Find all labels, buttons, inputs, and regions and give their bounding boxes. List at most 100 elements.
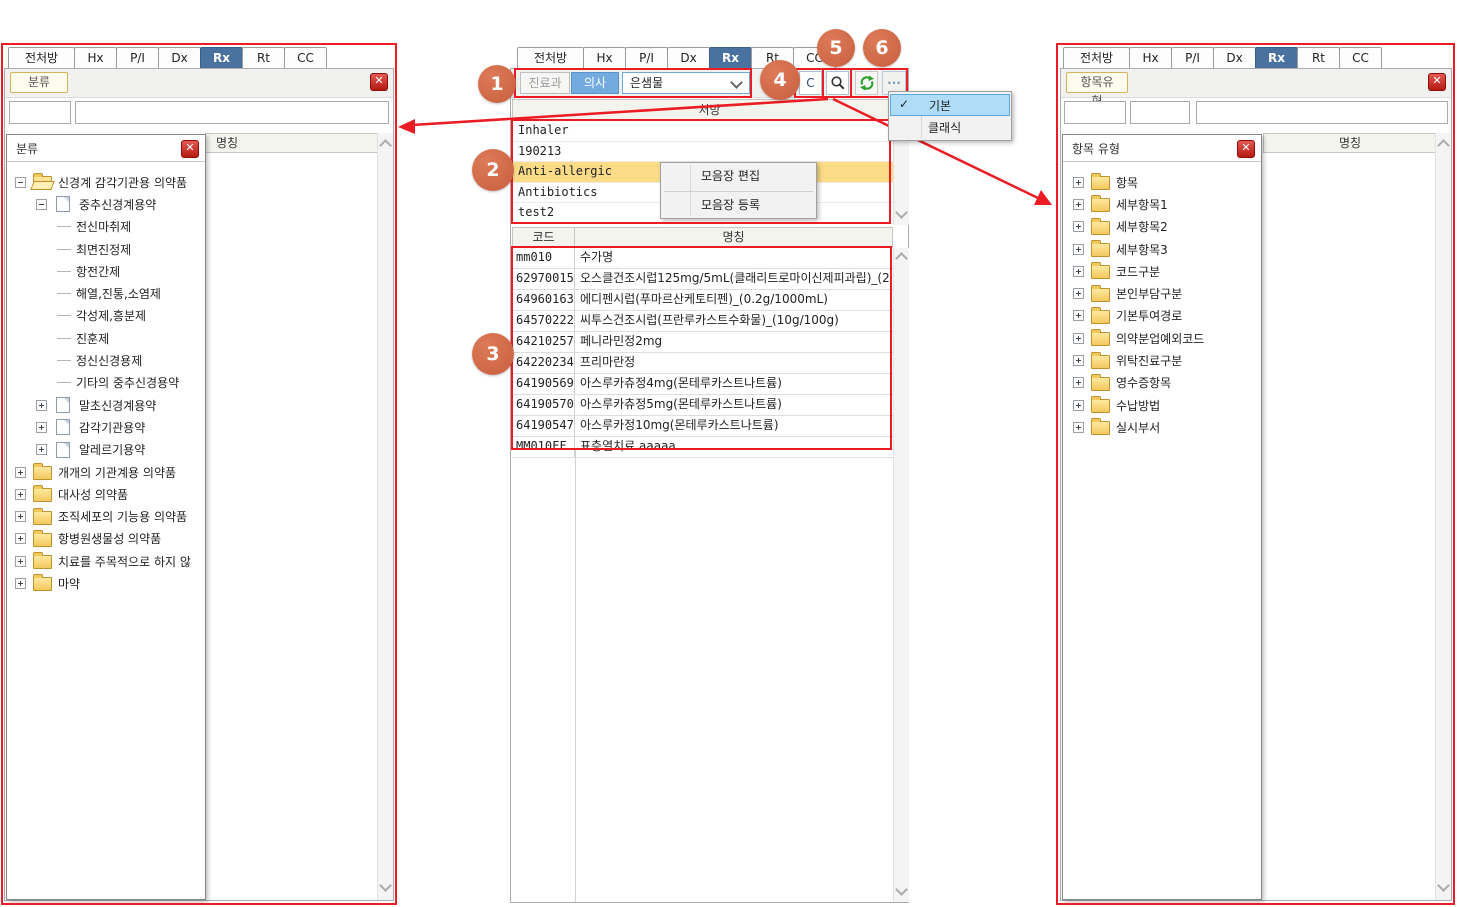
table-row[interactable]: 629700151오스클건조시럽125mg/5mL(클래리트로마이신제피과립)_…	[512, 269, 893, 290]
tree-item[interactable]: 신경계 감각기관용 의약품	[9, 171, 203, 193]
tab-CC[interactable]: CC	[1339, 47, 1382, 69]
collection-row[interactable]: Inhaler	[512, 121, 893, 142]
tab-Dx[interactable]: Dx	[1213, 47, 1256, 69]
doctor-button[interactable]: 의사	[571, 72, 619, 94]
tree-item[interactable]: 최면진정제	[9, 238, 203, 260]
tab-Hx[interactable]: Hx	[1129, 47, 1172, 69]
tree-item[interactable]: 세부항목1	[1067, 193, 1259, 215]
tree-item[interactable]: 중추신경계용약	[9, 193, 203, 215]
tree-item[interactable]: 항병원생물성 의약품	[9, 528, 203, 550]
tree-item[interactable]: 기타의 중추신경용약	[9, 372, 203, 394]
tree-item[interactable]: 본인부담구분	[1067, 282, 1259, 304]
c-button[interactable]: C	[799, 71, 822, 95]
expand-icon[interactable]	[1073, 177, 1084, 188]
menu-item-edit-collection[interactable]: 모음장 편집	[701, 163, 812, 191]
tab-Hx[interactable]: Hx	[74, 47, 117, 69]
tab-전처방[interactable]: 전처방	[1063, 47, 1130, 69]
tab-Rx[interactable]: Rx	[709, 47, 752, 69]
close-icon[interactable]: ✕	[1237, 140, 1255, 158]
scroll-down-icon[interactable]	[379, 879, 392, 892]
tab-P/I[interactable]: P/I	[625, 47, 668, 69]
tree-item[interactable]: 감각기관용약	[9, 416, 203, 438]
tree-item[interactable]: 조직세포의 기능용 의약품	[9, 505, 203, 527]
expand-icon[interactable]	[15, 489, 26, 500]
tab-P/I[interactable]: P/I	[116, 47, 159, 69]
tree-item[interactable]: 대사성 의약품	[9, 483, 203, 505]
expand-icon[interactable]	[36, 400, 47, 411]
left-scrollbar[interactable]	[377, 133, 393, 900]
tree-item[interactable]: 항목	[1067, 171, 1259, 193]
tree-item[interactable]: 영수증항목	[1067, 372, 1259, 394]
close-icon[interactable]: ✕	[370, 73, 388, 91]
tab-Rt[interactable]: Rt	[1297, 47, 1340, 69]
table-row[interactable]: 642202340프리마란정	[512, 353, 893, 374]
collapse-icon[interactable]	[15, 177, 26, 188]
tree-item[interactable]: 치료를 주목적으로 하지 않	[9, 550, 203, 572]
tab-P/I[interactable]: P/I	[1171, 47, 1214, 69]
expand-icon[interactable]	[1073, 310, 1084, 321]
expand-icon[interactable]	[15, 533, 26, 544]
table-row[interactable]: mm010수가명	[512, 248, 893, 269]
scroll-down-icon[interactable]	[1437, 879, 1450, 892]
menu-item-classic[interactable]: 클래식	[890, 116, 1010, 139]
collapse-icon[interactable]	[36, 199, 47, 210]
expand-icon[interactable]	[1073, 377, 1084, 388]
menu-item-basic[interactable]: ✓ 기본	[890, 94, 1010, 116]
tab-Dx[interactable]: Dx	[158, 47, 201, 69]
expand-icon[interactable]	[36, 444, 47, 455]
tab-Rt[interactable]: Rt	[242, 47, 285, 69]
tab-CC[interactable]: CC	[284, 47, 327, 69]
table-row[interactable]: 649601631에디펜시럽(푸마르산케토티펜)_(0.2g/1000mL)	[512, 290, 893, 311]
classification-filter-button[interactable]: 분류	[10, 72, 68, 93]
tree-item[interactable]: 전신마취제	[9, 216, 203, 238]
right-input-3[interactable]	[1196, 101, 1448, 124]
tree-item[interactable]: 해열,진통,소염제	[9, 282, 203, 304]
expand-icon[interactable]	[15, 578, 26, 589]
table-row[interactable]: 641905470아스루카정10mg(몬테루카스트나트륨)	[512, 416, 893, 437]
expand-icon[interactable]	[1073, 400, 1084, 411]
tree-item[interactable]: 코드구분	[1067, 260, 1259, 282]
table-scrollbar[interactable]	[893, 248, 909, 902]
tree-item[interactable]: 정신신경용제	[9, 349, 203, 371]
tab-전처방[interactable]: 전처방	[517, 47, 584, 69]
expand-icon[interactable]	[1073, 288, 1084, 299]
expand-icon[interactable]	[1073, 355, 1084, 366]
tab-Rx[interactable]: Rx	[1255, 47, 1298, 69]
tree-item[interactable]: 수납방법	[1067, 394, 1259, 416]
item-type-filter-button[interactable]: 항목유형	[1066, 72, 1128, 93]
expand-icon[interactable]	[1073, 333, 1084, 344]
tree-item[interactable]: 진훈제	[9, 327, 203, 349]
scroll-up-icon[interactable]	[379, 139, 392, 152]
expand-icon[interactable]	[15, 511, 26, 522]
close-icon[interactable]: ✕	[1428, 73, 1446, 91]
tree-item[interactable]: 의약분업예외코드	[1067, 327, 1259, 349]
department-button[interactable]: 진료과	[520, 72, 570, 94]
expand-icon[interactable]	[1073, 221, 1084, 232]
refresh-button[interactable]	[855, 71, 878, 95]
table-row[interactable]: MM010FF표층열치료 aaaaa	[512, 437, 893, 458]
tree-item[interactable]: 각성제,흥분제	[9, 305, 203, 327]
tree-item[interactable]: 세부항목2	[1067, 216, 1259, 238]
expand-icon[interactable]	[1073, 266, 1084, 277]
menu-item-register-collection[interactable]: 모음장 등록	[701, 192, 812, 219]
left-name-input[interactable]	[75, 101, 389, 124]
left-code-input[interactable]	[9, 101, 71, 124]
expand-icon[interactable]	[15, 467, 26, 478]
expand-icon[interactable]	[15, 556, 26, 567]
table-row[interactable]: 645702221씨투스건조시럽(프란루카스트수화물)_(10g/100g)	[512, 311, 893, 332]
table-row[interactable]: 642102570페니라민정2mg	[512, 332, 893, 353]
search-button[interactable]	[826, 71, 849, 95]
expand-icon[interactable]	[1073, 422, 1084, 433]
scroll-down-icon[interactable]	[895, 206, 908, 219]
tree-item[interactable]: 항전간제	[9, 260, 203, 282]
table-row[interactable]: 641905700아스루카츄정5mg(몬테루카스트나트륨)	[512, 395, 893, 416]
expand-icon[interactable]	[1073, 244, 1084, 255]
tree-item[interactable]: 세부항목3	[1067, 238, 1259, 260]
table-row[interactable]: 641905690아스루카츄정4mg(몬테루카스트나트륨)	[512, 374, 893, 395]
tab-전처방[interactable]: 전처방	[8, 47, 75, 69]
expand-icon[interactable]	[36, 422, 47, 433]
scroll-down-icon[interactable]	[895, 883, 908, 896]
doctor-select[interactable]: 은샘물	[622, 72, 750, 94]
expand-icon[interactable]	[1073, 199, 1084, 210]
collection-row[interactable]: 190213	[512, 142, 893, 163]
